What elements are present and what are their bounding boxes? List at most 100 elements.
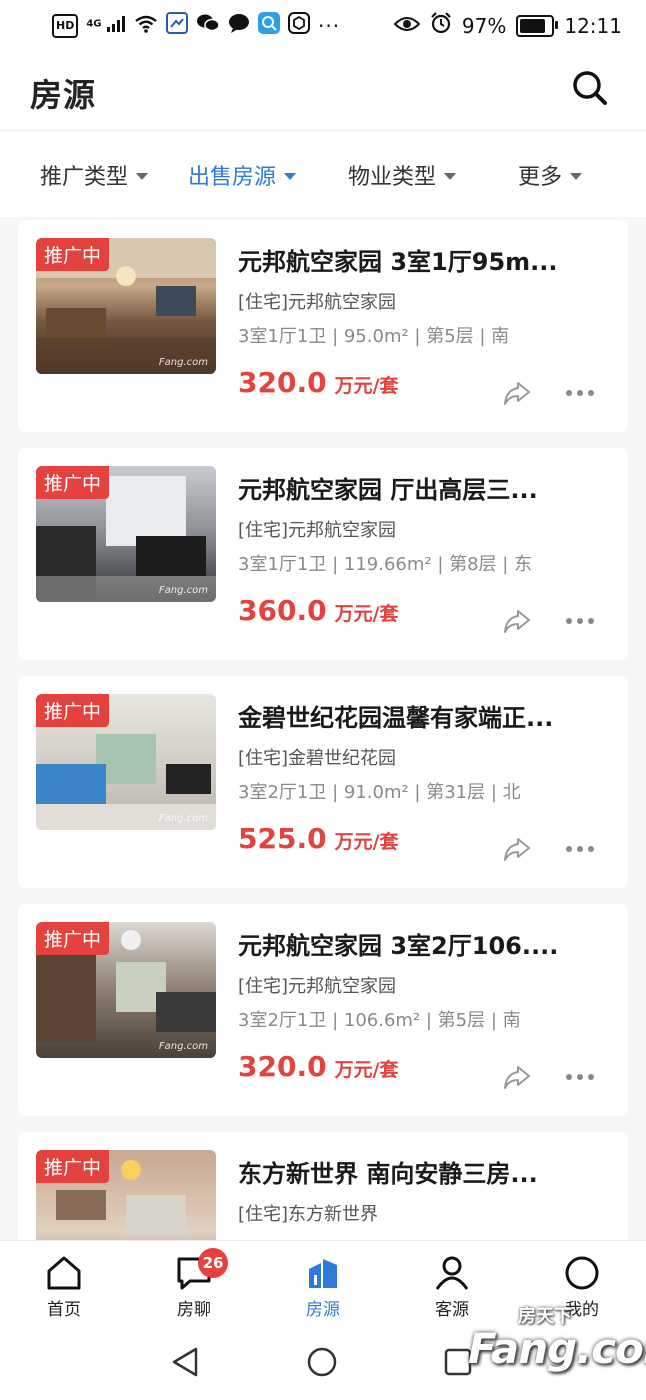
listing-community: [住宅]金碧世纪花园 [238,748,397,769]
listing-title[interactable]: 元邦航空家园 厅出高层三... [238,470,614,505]
dot [577,618,583,624]
listing-title[interactable]: 元邦航空家园 3室1厅95m... [238,242,614,277]
price-value: 360.0 [238,594,327,627]
more-options-button[interactable] [566,618,598,626]
share-button[interactable] [502,378,532,408]
listing-photo[interactable]: 推广中 Fang.com [36,238,216,374]
caret-down-icon [444,172,457,180]
signal-type: 4G [86,18,102,30]
share-icon [504,610,530,633]
filter-label: 出售房源 [188,165,277,190]
listing-community: [住宅]元邦航空家园 [238,520,397,541]
more-options-button[interactable] [566,390,598,398]
price-value: 320.0 [238,366,327,399]
photo-watermark: Fang.com [158,357,208,368]
listings-icon [303,1255,343,1291]
listing-card[interactable]: 推广中 Fang.com 元邦航空家园 厅出高层三... [住宅]元邦航空家园 … [18,448,628,660]
listing-card[interactable]: 推广中 东方新世界 南向安静三房... [住宅]东方新世界 [18,1132,628,1240]
share-button[interactable] [502,1062,532,1092]
listing-community: [住宅]东方新世界 [238,1204,379,1225]
listing-community: [住宅]元邦航空家园 [238,976,397,997]
dot [588,618,594,624]
filter-label: 推广类型 [40,165,129,190]
photo-watermark: Fang.com [158,813,208,824]
promo-badge: 推广中 [36,694,110,727]
wifi-icon [134,14,158,38]
listing-card[interactable]: 推广中 Fang.com 元邦航空家园 3室2厅106.... [住宅]元邦航空… [18,904,628,1116]
wechat-icon [196,13,220,38]
listing-attributes: 3室1厅1卫 | 95.0m² | 第5层 | 南 [238,326,510,347]
hd-icon: HD [52,13,79,38]
battery-icon [516,14,559,37]
search-button[interactable] [570,68,610,108]
filter-label: 物业类型 [348,165,437,190]
filter-for-sale[interactable]: 出售房源 [188,159,297,191]
status-bar: HD 4G ··· 97% 12:11 [0,0,646,50]
listing-title[interactable]: 东方新世界 南向安静三房... [238,1154,614,1189]
tab-listings[interactable]: 房源 [273,1255,373,1320]
share-button[interactable] [502,834,532,864]
promo-badge: 推广中 [36,238,110,271]
price-unit: 万元/套 [334,831,399,853]
dot [588,390,594,396]
listing-price: 320.0 万元/套 [238,1050,399,1083]
app-hex-icon [288,12,311,39]
listing-community: [住宅]元邦航空家园 [238,292,397,313]
fang-watermark-logo: 房天下 Fang.com [458,1302,646,1382]
tab-home[interactable]: 首页 [14,1255,114,1320]
price-unit: 万元/套 [334,603,399,625]
caret-down-icon [570,172,583,180]
price-value: 320.0 [238,1050,327,1083]
listing-attributes: 3室1厅1卫 | 119.66m² | 第8层 | 东 [238,554,533,575]
dot [577,390,583,396]
message-icon [228,13,250,38]
more-options-button[interactable] [566,846,598,854]
share-icon [504,838,530,861]
app-header: 房源 [0,50,646,130]
app-notification-icon [166,12,189,39]
status-right-icons: 97% 12:11 [393,12,622,39]
listing-photo[interactable]: 推广中 Fang.com [36,694,216,830]
dot [588,1074,594,1080]
tab-chat[interactable]: 房聊 [144,1255,244,1320]
unread-count-badge: 26 [198,1248,228,1278]
back-button[interactable] [170,1346,200,1382]
promo-badge: 推广中 [36,1150,110,1183]
dot [588,846,594,852]
more-notifications-icon: ··· [318,13,341,38]
home-icon [44,1255,84,1291]
battery-fill [520,18,546,33]
listing-card[interactable]: 推广中 Fang.com 金碧世纪花园温馨有家端正... [住宅]金碧世纪花园 … [18,676,628,888]
filter-bar: 推广类型 出售房源 物业类型 更多 [0,130,646,217]
more-options-button[interactable] [566,1074,598,1082]
listing-title[interactable]: 元邦航空家园 3室2厅106.... [238,926,614,961]
listing-list[interactable]: 推广中 Fang.com 元邦航空家园 3室1厅95m... [住宅]元邦航空家… [0,216,646,1240]
listing-attributes: 3室2厅1卫 | 106.6m² | 第5层 | 南 [238,1010,521,1031]
filter-property-type[interactable]: 物业类型 [348,159,457,191]
alarm-icon [430,12,452,39]
listing-photo[interactable]: 推广中 Fang.com [36,922,216,1058]
home-nav-button[interactable] [306,1346,338,1382]
tab-label: 房源 [306,1300,340,1320]
caret-down-icon [284,172,297,180]
caret-down-icon [136,172,149,180]
promo-badge: 推广中 [36,466,110,499]
listing-photo[interactable]: 推广中 [36,1150,216,1240]
back-triangle-icon [172,1347,198,1377]
price-unit: 万元/套 [334,1059,399,1081]
listing-title[interactable]: 金碧世纪花园温馨有家端正... [238,698,614,733]
tab-label: 房聊 [177,1300,211,1320]
filter-more[interactable]: 更多 [518,159,583,191]
share-icon [504,1066,530,1089]
share-button[interactable] [502,606,532,636]
search-icon [573,71,607,105]
listing-card[interactable]: 推广中 Fang.com 元邦航空家园 3室1厅95m... [住宅]元邦航空家… [18,220,628,432]
tab-label: 首页 [47,1300,81,1320]
filter-promo-type[interactable]: 推广类型 [40,159,149,191]
listing-photo[interactable]: 推广中 Fang.com [36,466,216,602]
listing-price: 320.0 万元/套 [238,366,399,399]
logo-wordmark: Fang.com [468,1324,646,1373]
home-circle-icon [307,1347,337,1377]
price-value: 525.0 [238,822,327,855]
signal-icon: 4G [86,15,126,36]
